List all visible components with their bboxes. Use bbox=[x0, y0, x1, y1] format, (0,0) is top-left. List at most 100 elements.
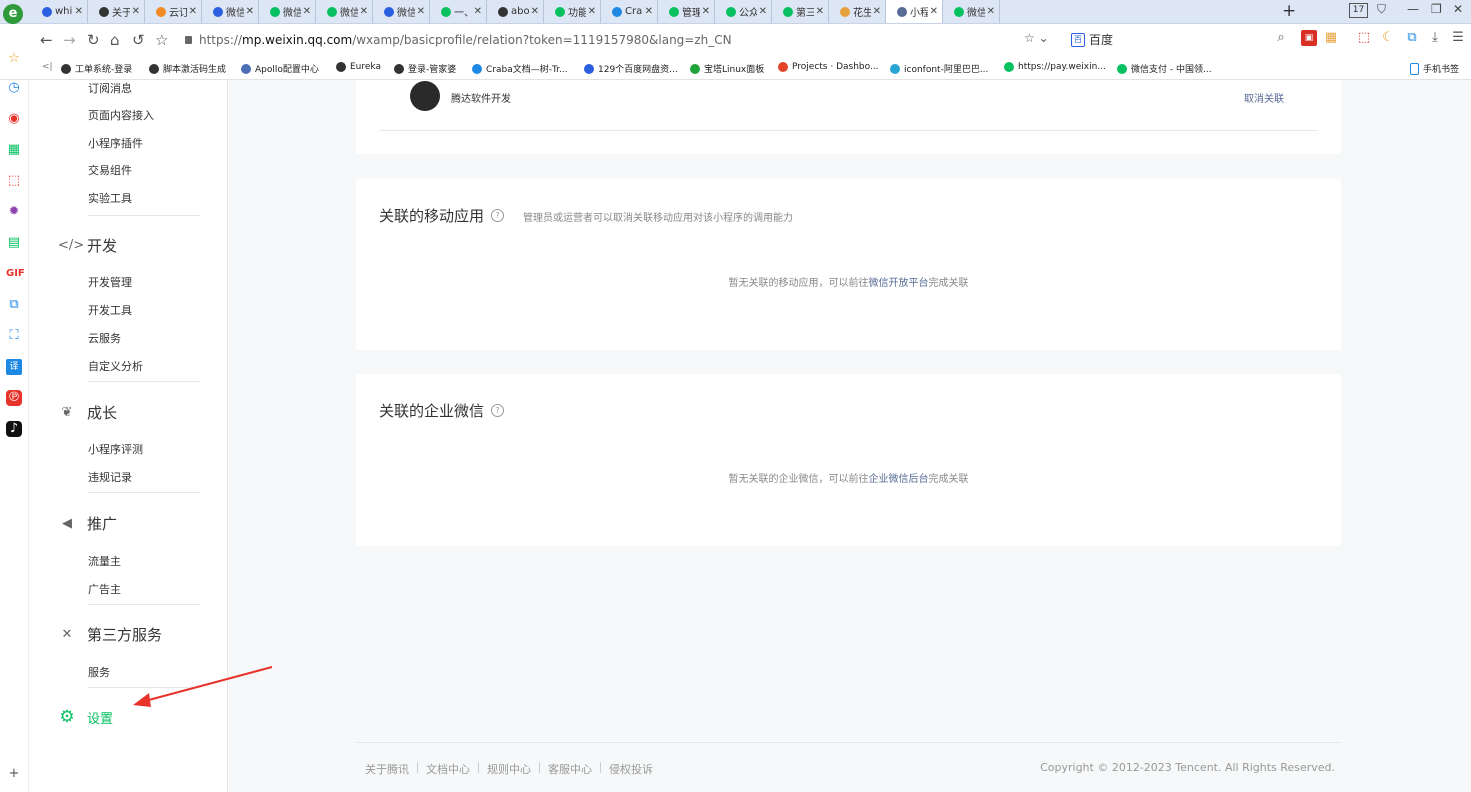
browser-tab[interactable]: 云订✕ bbox=[145, 0, 202, 23]
sidebar-group[interactable]: ✕ 第三方服务 bbox=[58, 624, 162, 645]
browser-tab[interactable]: Crab✕ bbox=[601, 0, 658, 23]
bookmark-item[interactable]: Projects · Dashbo... bbox=[778, 62, 879, 72]
close-tab-icon[interactable]: ✕ bbox=[588, 6, 596, 17]
close-tab-icon[interactable]: ✕ bbox=[246, 6, 254, 17]
reload-icon[interactable]: ↻ bbox=[87, 31, 100, 49]
close-tab-icon[interactable]: ✕ bbox=[132, 6, 140, 17]
browser-tab[interactable]: 微信✕ bbox=[316, 0, 373, 23]
close-tab-icon[interactable]: ✕ bbox=[531, 6, 539, 17]
restore-icon[interactable]: ❐ bbox=[1431, 2, 1442, 16]
close-tab-icon[interactable]: ✕ bbox=[189, 6, 197, 17]
sidebar-toggle-icon[interactable]: <| bbox=[42, 62, 53, 72]
close-tab-icon[interactable]: ✕ bbox=[930, 6, 938, 17]
browser-tab[interactable]: 第三✕ bbox=[772, 0, 829, 23]
address-bar[interactable]: https://mp.weixin.qq.com/wxamp/basicprof… bbox=[185, 30, 1060, 50]
clock-icon[interactable]: ◷ bbox=[6, 80, 22, 96]
browser-tab[interactable]: while✕ bbox=[31, 0, 88, 23]
close-tab-icon[interactable]: ✕ bbox=[474, 6, 482, 17]
search-box[interactable]: 百 百度 bbox=[1071, 29, 1296, 50]
close-tab-icon[interactable]: ✕ bbox=[303, 6, 311, 17]
record-icon[interactable]: ◉ bbox=[6, 111, 22, 127]
sidebar-item[interactable]: 小程序评测 bbox=[88, 441, 143, 457]
shirt-icon[interactable]: ⛉ bbox=[1377, 2, 1386, 17]
browser-tab[interactable]: 微信✕ bbox=[259, 0, 316, 23]
browser-tab[interactable]: 功能✕ bbox=[544, 0, 601, 23]
gif-icon[interactable]: GIF bbox=[6, 266, 25, 282]
sidebar-item[interactable]: 广告主 bbox=[88, 581, 121, 597]
close-tab-icon[interactable]: ✕ bbox=[360, 6, 368, 17]
sidebar-item[interactable]: 开发管理 bbox=[88, 274, 132, 290]
sidebar-item[interactable]: 小程序插件 bbox=[88, 135, 143, 151]
download-icon[interactable]: ⤓ bbox=[1427, 30, 1443, 46]
bookmark-item[interactable]: Eureka bbox=[336, 62, 381, 72]
close-tab-icon[interactable]: ✕ bbox=[702, 6, 710, 17]
pinterest-icon[interactable]: ℗ bbox=[6, 390, 22, 406]
browser-tab[interactable]: abou✕ bbox=[487, 0, 544, 23]
menu-icon[interactable]: ☰ bbox=[1450, 30, 1466, 46]
minimize-icon[interactable]: — bbox=[1407, 2, 1419, 16]
moon-icon[interactable]: ☾ bbox=[1380, 30, 1396, 46]
star-icon[interactable]: ☆ bbox=[155, 31, 168, 49]
translate-icon[interactable]: 译 bbox=[6, 359, 22, 375]
browser-tab[interactable]: 微信✕ bbox=[202, 0, 259, 23]
close-tab-icon[interactable]: ✕ bbox=[987, 6, 995, 17]
close-tab-icon[interactable]: ✕ bbox=[75, 6, 83, 17]
add-app-icon[interactable]: + bbox=[6, 766, 22, 782]
extension-pdf-icon[interactable]: ▣ bbox=[1301, 30, 1317, 46]
sidebar-item[interactable]: 云服务 bbox=[88, 330, 121, 346]
browser-logo[interactable]: e bbox=[3, 4, 23, 24]
grid-icon[interactable]: ▦ bbox=[6, 142, 22, 158]
close-tab-icon[interactable]: ✕ bbox=[873, 6, 881, 17]
browser-tab[interactable]: 关于j✕ bbox=[88, 0, 145, 23]
sidebar-item-settings[interactable]: ⚙ 设置 bbox=[58, 707, 113, 727]
sidebar-item[interactable]: 实验工具 bbox=[88, 190, 132, 206]
close-tab-icon[interactable]: ✕ bbox=[645, 6, 653, 17]
mobile-bookmark[interactable]: 手机书签 bbox=[1410, 62, 1459, 75]
bookmark-item[interactable]: Apollo配置中心 bbox=[241, 62, 319, 75]
sidebar-item[interactable]: 服务 bbox=[88, 664, 110, 680]
unlink-button[interactable]: 取消关联 bbox=[1244, 90, 1284, 105]
sidebar-group[interactable]: </> 开发 bbox=[58, 235, 117, 256]
undo-icon[interactable]: ↺ bbox=[132, 31, 145, 49]
search-icon[interactable]: ⌕ bbox=[1273, 30, 1289, 46]
browser-tab[interactable]: 小程✕ bbox=[886, 0, 943, 23]
close-tab-icon[interactable]: ✕ bbox=[759, 6, 767, 17]
crop-icon[interactable]: ⧉ bbox=[1404, 30, 1420, 46]
bookmark-item[interactable]: 脚本激活码生成 bbox=[149, 62, 226, 75]
browser-tab[interactable]: 微信✕ bbox=[373, 0, 430, 23]
help-icon[interactable]: ? bbox=[491, 209, 505, 222]
bookmark-item[interactable]: 登录-管家婆 bbox=[394, 62, 456, 75]
crop-tool-icon[interactable]: ⧉ bbox=[6, 297, 22, 313]
help-icon[interactable]: ? bbox=[491, 404, 505, 417]
bookmark-item[interactable]: 工单系统-登录 bbox=[61, 62, 132, 75]
wecom-admin-link[interactable]: 企业微信后台 bbox=[869, 474, 929, 485]
sidebar-item[interactable]: 自定义分析 bbox=[88, 358, 143, 374]
bookmark-item[interactable]: Craba文档—树-Tr... bbox=[472, 62, 568, 75]
footer-link[interactable]: 规则中心 bbox=[487, 761, 531, 777]
sidebar-item[interactable]: 页面内容接入 bbox=[88, 107, 154, 123]
open-platform-link[interactable]: 微信开放平台 bbox=[869, 278, 929, 289]
browser-tab[interactable]: 公众✕ bbox=[715, 0, 772, 23]
close-tab-icon[interactable]: ✕ bbox=[417, 6, 425, 17]
browser-tab[interactable]: 花生✕ bbox=[829, 0, 886, 23]
tab-count-badge[interactable]: 17 bbox=[1349, 3, 1368, 18]
sidebar-item[interactable]: 流量主 bbox=[88, 553, 121, 569]
sidebar-group[interactable]: ❦ 成长 bbox=[58, 402, 117, 423]
note-icon[interactable]: ▤ bbox=[6, 235, 22, 251]
new-tab-button[interactable]: + bbox=[1282, 1, 1296, 21]
forward-icon[interactable]: → bbox=[63, 31, 76, 49]
apps-grid-icon[interactable]: ▦ bbox=[1323, 30, 1339, 46]
close-window-icon[interactable]: ✕ bbox=[1453, 2, 1463, 16]
bookmark-item[interactable]: 宝塔Linux面板 bbox=[690, 62, 764, 75]
browser-tab[interactable]: 管理✕ bbox=[658, 0, 715, 23]
tiktok-icon[interactable]: ♪ bbox=[6, 421, 22, 437]
back-icon[interactable]: ← bbox=[40, 31, 53, 49]
favorite-icon[interactable]: ☆ bbox=[6, 51, 22, 67]
footer-link[interactable]: 文档中心 bbox=[426, 761, 470, 777]
bookmark-star-icon[interactable]: ☆ ⌄ bbox=[1024, 31, 1049, 45]
pdf-icon[interactable]: ⬚ bbox=[1356, 30, 1372, 46]
bookmark-item[interactable]: iconfont-阿里巴巴... bbox=[890, 62, 988, 75]
close-tab-icon[interactable]: ✕ bbox=[816, 6, 824, 17]
bookmark-item[interactable]: https://pay.weixin... bbox=[1004, 62, 1106, 72]
sidebar-item[interactable]: 订阅消息 bbox=[88, 80, 132, 96]
